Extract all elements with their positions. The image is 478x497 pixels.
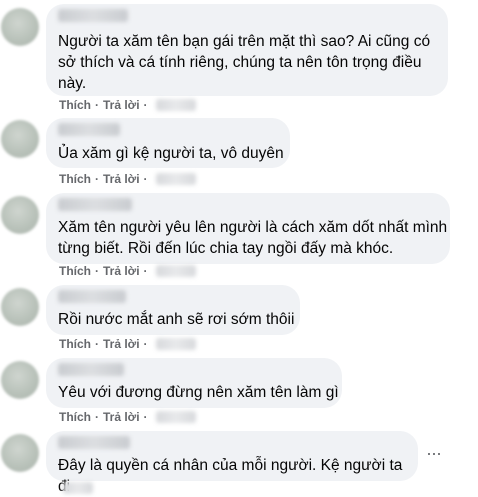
comment-text-line: Đây là quyền cá nhân của mỗi người. Kệ n… xyxy=(58,457,403,495)
comment-text-line: Rồi nước mắt anh sẽ rơi sớm thôii xyxy=(58,311,295,328)
avatar[interactable] xyxy=(1,196,39,234)
avatar[interactable] xyxy=(1,288,39,326)
timestamp[interactable] xyxy=(63,482,93,494)
timestamp[interactable] xyxy=(155,338,196,350)
comment-bubble: Ủa xăm gì kệ người ta, vô duyên xyxy=(46,118,290,168)
comment-bubble: Yêu với đương đừng nên xăm tên làm gì xyxy=(46,358,342,408)
separator: · xyxy=(143,98,148,112)
avatar[interactable] xyxy=(1,8,39,46)
comment-text-line: Ủa xăm gì kệ người ta, vô duyên xyxy=(58,145,284,162)
comment-actions: Thích · Trả lời · xyxy=(59,337,196,351)
timestamp[interactable] xyxy=(155,173,196,185)
comment-bubble: Xăm tên người yêu lên người là cách xăm … xyxy=(46,193,450,264)
commenter-name[interactable] xyxy=(58,123,120,136)
avatar[interactable] xyxy=(1,361,39,399)
separator: · xyxy=(95,337,99,351)
timestamp[interactable] xyxy=(155,99,196,111)
separator: · xyxy=(95,410,99,424)
comment-text-line: Người ta xăm tên bạn gái trên mặt thì sa… xyxy=(58,33,431,50)
commenter-name[interactable] xyxy=(58,363,124,376)
comment-actions: Thích · Trả lời · xyxy=(59,172,196,186)
like-button[interactable]: Thích xyxy=(59,172,91,186)
comment-bubble: Người ta xăm tên bạn gái trên mặt thì sa… xyxy=(46,4,448,96)
reply-button[interactable]: Trả lời xyxy=(103,98,140,112)
commenter-name[interactable] xyxy=(58,9,128,22)
comment-text-line: Yêu với đương đừng nên xăm tên làm gì xyxy=(58,384,339,401)
separator: · xyxy=(143,337,148,351)
avatar[interactable] xyxy=(1,434,39,472)
reply-button[interactable]: Trả lời xyxy=(103,172,140,186)
avatar[interactable] xyxy=(1,120,39,158)
comment-text-line: này. xyxy=(58,75,87,92)
separator: · xyxy=(95,172,99,186)
timestamp[interactable] xyxy=(155,265,196,277)
like-button[interactable]: Thích xyxy=(59,337,91,351)
comment-bubble: Đây là quyền cá nhân của mỗi người. Kệ n… xyxy=(46,431,418,495)
separator: · xyxy=(143,172,148,186)
comment-actions: Thích · Trả lời · xyxy=(59,264,196,278)
reply-button[interactable]: Trả lời xyxy=(103,264,140,278)
comment-actions: Thích · Trả lời · xyxy=(59,410,196,424)
commenter-name[interactable] xyxy=(58,436,130,449)
reply-button[interactable]: Trả lời xyxy=(103,410,140,424)
comment-text-line: sở thích và cá tính riêng, chúng ta nên … xyxy=(58,54,422,71)
separator: · xyxy=(95,264,99,278)
more-options-icon[interactable]: ··· xyxy=(426,444,442,462)
comment-actions xyxy=(59,482,93,494)
reply-button[interactable]: Trả lời xyxy=(103,337,140,351)
commenter-name[interactable] xyxy=(58,290,126,303)
separator: · xyxy=(95,98,99,112)
separator: · xyxy=(143,410,148,424)
comment-bubble: Rồi nước mắt anh sẽ rơi sớm thôii xyxy=(46,285,300,335)
like-button[interactable]: Thích xyxy=(59,98,91,112)
separator: · xyxy=(143,264,148,278)
comment-text-line: từng biết. Rồi đến lúc chia tay ngồi đấy… xyxy=(58,240,394,257)
comment-actions: Thích · Trả lời · xyxy=(59,98,196,112)
like-button[interactable]: Thích xyxy=(59,264,91,278)
like-button[interactable]: Thích xyxy=(59,410,91,424)
timestamp[interactable] xyxy=(155,411,196,423)
commenter-name[interactable] xyxy=(58,198,132,211)
comment-text-line: Xăm tên người yêu lên người là cách xăm … xyxy=(58,219,448,236)
